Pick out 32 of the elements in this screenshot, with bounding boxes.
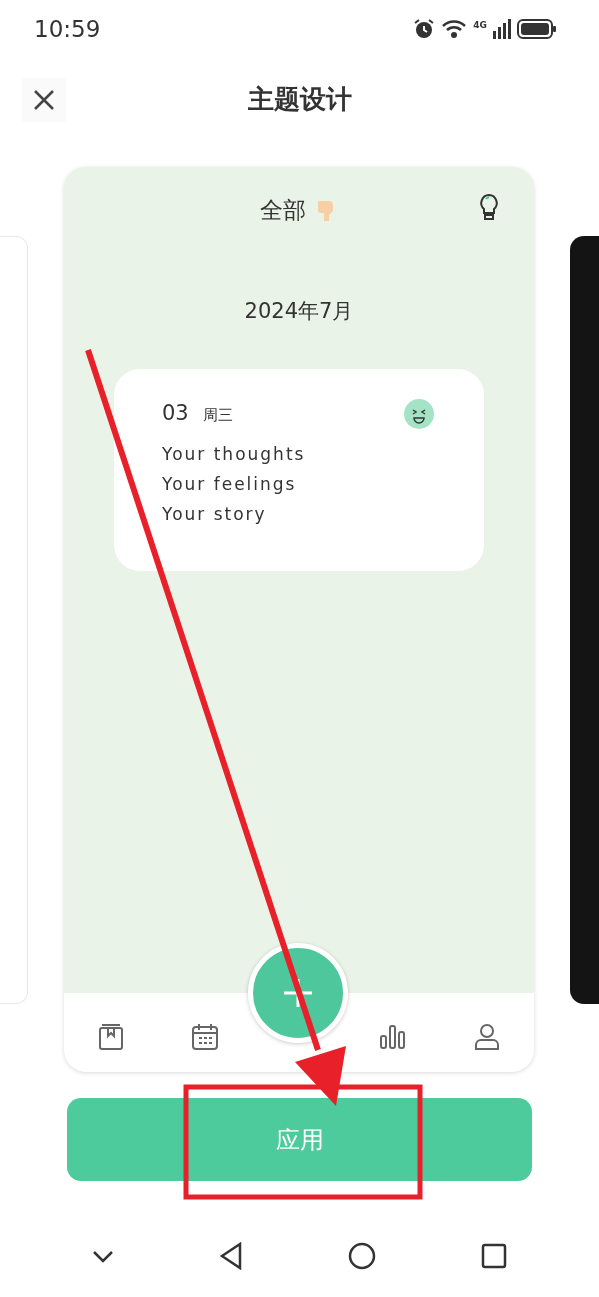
entry-weekday: 周三	[202, 406, 233, 425]
entry-day: 03	[162, 401, 189, 425]
back-icon	[219, 1242, 244, 1270]
recents-icon	[480, 1243, 507, 1269]
diary-entry-card[interactable]: 03 周三 Your thoughts Your feelings Your story	[114, 369, 484, 571]
alarm-icon	[413, 18, 436, 40]
chevron-down-icon	[92, 1249, 115, 1263]
page-title: 主题设计	[247, 82, 352, 116]
network-type: 4G	[473, 20, 487, 30]
nav-button[interactable]	[219, 1242, 244, 1270]
nav-button[interactable]	[347, 1242, 376, 1270]
mood-face-icon	[404, 399, 434, 429]
calendar-icon	[191, 1022, 219, 1051]
signal-icon	[493, 19, 511, 39]
theme-card[interactable]: 全部 2024年7月 03 周三 Your thoughts Your feelings Your story	[64, 167, 534, 1072]
battery-icon	[517, 18, 557, 40]
close-icon	[33, 89, 55, 111]
nav-button[interactable]	[480, 1243, 507, 1269]
entry-text: Your feelings	[162, 473, 298, 496]
person-icon	[473, 1022, 501, 1051]
entry-text: Your thoughts	[162, 443, 307, 466]
status-time: 10:59	[34, 16, 101, 42]
lightbulb-icon[interactable]	[478, 193, 500, 221]
close-button[interactable]	[22, 78, 66, 122]
entry-text: Your story	[162, 503, 268, 526]
month-label: 2024年7月	[243, 298, 355, 325]
home-icon	[347, 1242, 376, 1270]
bar-chart-icon	[379, 1023, 407, 1050]
wifi-icon	[441, 19, 468, 39]
nav-button[interactable]	[92, 1249, 115, 1263]
filter-label[interactable]: 全部	[260, 194, 306, 226]
book-icon	[98, 1022, 124, 1051]
